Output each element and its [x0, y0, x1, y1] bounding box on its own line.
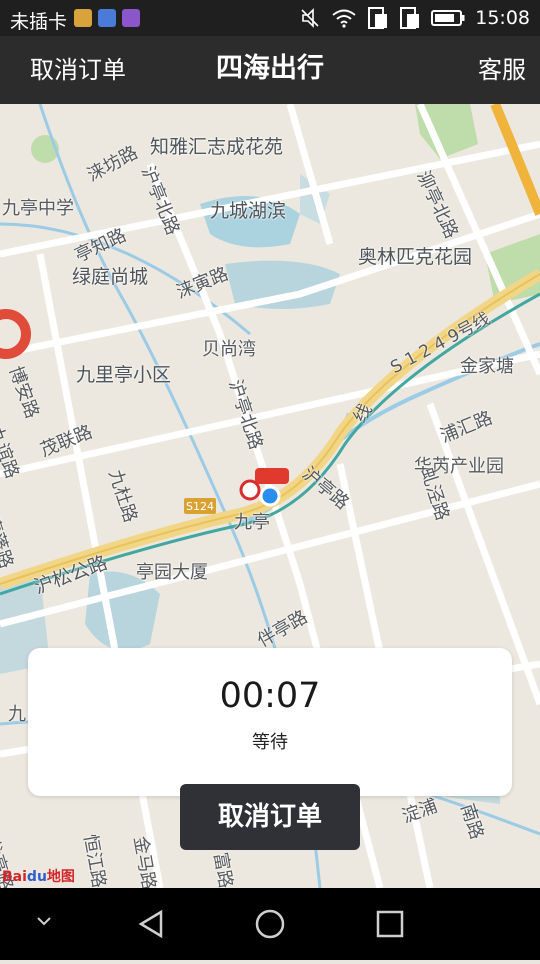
battery-icon	[431, 10, 465, 26]
map-label: 绿庭尚城	[72, 266, 149, 288]
status-bar: 未插卡 15:08	[0, 0, 540, 36]
map-label: 九里亭小区	[76, 364, 172, 386]
map-label: 奥林匹克花园	[358, 246, 473, 268]
hide-keyboard-icon[interactable]	[37, 917, 51, 926]
car-marker	[255, 468, 289, 484]
carrier-text: 未插卡	[10, 11, 68, 33]
sim-slot-1-icon	[368, 7, 388, 29]
map-label: 九	[8, 704, 26, 725]
metro-station-icon	[239, 479, 261, 501]
sim-slot-2-icon	[400, 7, 420, 29]
order-status-card: 00:07 等待	[28, 648, 512, 796]
gallery-app-icon	[122, 9, 140, 27]
nav-buttons	[37, 909, 404, 939]
map-label: 九城湖滨	[210, 200, 287, 222]
recent-apps-icon[interactable]	[376, 910, 404, 938]
title-bar: 取消订单 四海出行 客服	[0, 36, 540, 104]
page-title: 四海出行	[216, 53, 324, 84]
lifebuoy-marker	[0, 309, 31, 359]
back-icon[interactable]	[138, 909, 163, 939]
shield-app-icon	[98, 9, 116, 27]
road-shield-label: S124	[186, 500, 214, 513]
map-label: 亭园大厦	[136, 562, 208, 583]
browser-app-icon	[74, 9, 92, 27]
map-label: 金家塘	[460, 356, 514, 377]
map-label: 九亭	[234, 512, 270, 533]
order-status-text: 等待	[252, 732, 288, 753]
map-label: 贝尚湾	[202, 339, 256, 360]
home-icon[interactable]	[255, 909, 285, 939]
system-indicators: 15:08	[299, 6, 530, 30]
wifi-icon	[332, 9, 356, 28]
logo-bai-text: Bai	[2, 869, 27, 885]
map-label: 九亭中学	[2, 198, 74, 219]
current-location-marker	[259, 485, 281, 507]
logo-map-text: 地图	[46, 869, 75, 885]
notification-icons	[74, 9, 140, 27]
wait-timer: 00:07	[219, 676, 321, 716]
customer-service-button[interactable]: 客服	[478, 50, 526, 85]
map-label: 知雅汇志成花苑	[150, 136, 284, 158]
logo-du-text: du	[26, 869, 47, 885]
baidu-map-logo: Baidu地图	[2, 866, 75, 886]
clock: 15:08	[475, 7, 530, 29]
navigation-bar	[0, 888, 540, 960]
mute-icon	[301, 8, 319, 28]
cancel-order-button[interactable]: 取消订单	[180, 784, 360, 850]
